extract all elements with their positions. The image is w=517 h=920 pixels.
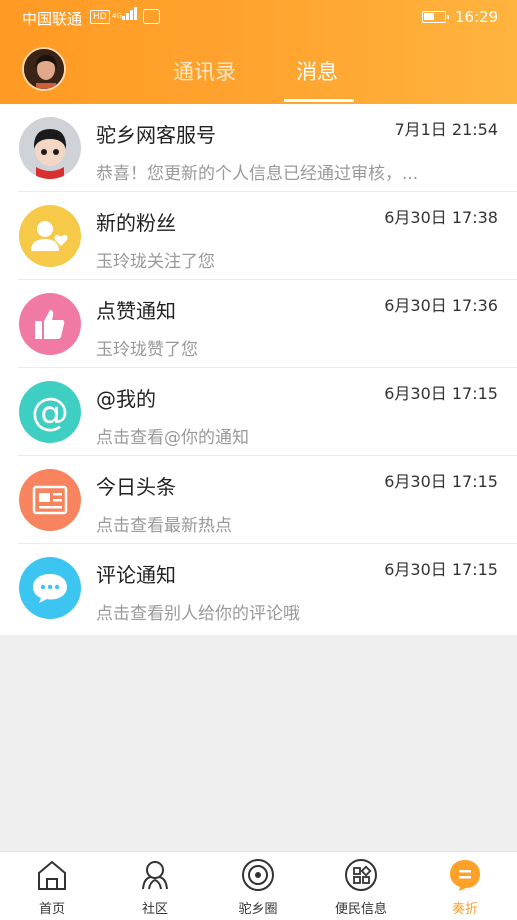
message-preview: 恭喜！您更新的个人信息已经通过审核，... xyxy=(96,164,419,184)
tab-services[interactable]: 便民信息 xyxy=(316,852,406,920)
app-header: 中国联通 HD 4G 16:29 通讯录 消息 xyxy=(0,0,517,104)
battery-icon xyxy=(422,11,449,23)
list-item-new-fans[interactable]: 新的粉丝 6月30日 17:38 玉玲珑关注了您 xyxy=(0,192,517,280)
message-preview: 点击查看别人给你的评论哦 xyxy=(96,604,300,624)
at-sign-icon: @ xyxy=(19,381,81,443)
message-time: 6月30日 17:36 xyxy=(384,296,498,315)
status-bar: 中国联通 HD 4G 16:29 xyxy=(0,0,517,34)
user-heart-icon xyxy=(19,205,81,267)
customer-service-avatar-icon xyxy=(19,117,81,179)
hd-badge: HD xyxy=(90,10,110,24)
active-tab-indicator xyxy=(284,99,354,102)
message-preview: 玉玲珑关注了您 xyxy=(96,252,215,272)
user-avatar[interactable] xyxy=(22,47,66,91)
tab-label: 驼乡圈 xyxy=(238,902,278,917)
message-time: 7月1日 21:54 xyxy=(394,120,498,139)
message-title: 驼乡网客服号 xyxy=(96,123,216,147)
message-title: 点赞通知 xyxy=(96,299,176,323)
list-item-headlines[interactable]: 今日头条 6月30日 17:15 点击查看最新热点 xyxy=(0,456,517,544)
message-preview: 点击查看最新热点 xyxy=(96,516,232,536)
thumbs-up-icon xyxy=(19,293,81,355)
message-time: 6月30日 17:15 xyxy=(384,560,498,579)
tab-community[interactable]: 社区 xyxy=(110,852,200,920)
bottom-tab-bar: 首页 社区 驼乡圈 便民信息 奏折 xyxy=(0,851,517,920)
grid-icon xyxy=(345,859,377,891)
carrier-label: 中国联通 xyxy=(22,10,83,28)
message-time: 6月30日 17:15 xyxy=(384,384,498,403)
status-time: 16:29 xyxy=(455,8,499,26)
memo-icon xyxy=(450,860,480,891)
message-title: 新的粉丝 xyxy=(96,211,176,235)
message-list: 驼乡网客服号 7月1日 21:54 恭喜！您更新的个人信息已经通过审核，... … xyxy=(0,104,517,635)
tab-circle[interactable]: 驼乡圈 xyxy=(213,852,303,920)
notification-app-icon xyxy=(143,9,160,24)
tab-messages[interactable]: 消息 xyxy=(296,56,338,86)
list-item-comments[interactable]: 评论通知 6月30日 17:15 点击查看别人给你的评论哦 xyxy=(0,544,517,632)
message-preview: 点击查看@你的通知 xyxy=(96,428,249,448)
home-icon xyxy=(38,860,66,890)
network-type-label: 4G xyxy=(112,12,122,20)
newspaper-icon xyxy=(19,469,81,531)
message-time: 6月30日 17:15 xyxy=(384,472,498,491)
tab-label: 奏折 xyxy=(451,902,478,917)
message-time: 6月30日 17:38 xyxy=(384,208,498,227)
tab-label: 社区 xyxy=(141,902,168,917)
message-title: 评论通知 xyxy=(96,563,176,587)
list-item-customer-service[interactable]: 驼乡网客服号 7月1日 21:54 恭喜！您更新的个人信息已经通过审核，... xyxy=(0,104,517,192)
tab-memo[interactable]: 奏折 xyxy=(420,852,510,920)
tab-label: 便民信息 xyxy=(334,902,387,917)
avatar-portrait-icon xyxy=(24,49,64,89)
list-item-likes[interactable]: 点赞通知 6月30日 17:36 玉玲珑赞了您 xyxy=(0,280,517,368)
signal-icon: 4G xyxy=(112,7,138,20)
list-item-mentions[interactable]: @ @我的 6月30日 17:15 点击查看@你的通知 xyxy=(0,368,517,456)
comment-bubble-icon xyxy=(19,557,81,619)
tab-label: 首页 xyxy=(38,902,65,917)
community-icon xyxy=(142,861,168,890)
message-preview: 玉玲珑赞了您 xyxy=(96,340,198,360)
tab-contacts[interactable]: 通讯录 xyxy=(173,56,236,86)
message-title: 今日头条 xyxy=(96,475,176,499)
tab-home[interactable]: 首页 xyxy=(7,852,97,920)
message-title: @我的 xyxy=(96,387,156,411)
circle-icon xyxy=(242,859,274,891)
